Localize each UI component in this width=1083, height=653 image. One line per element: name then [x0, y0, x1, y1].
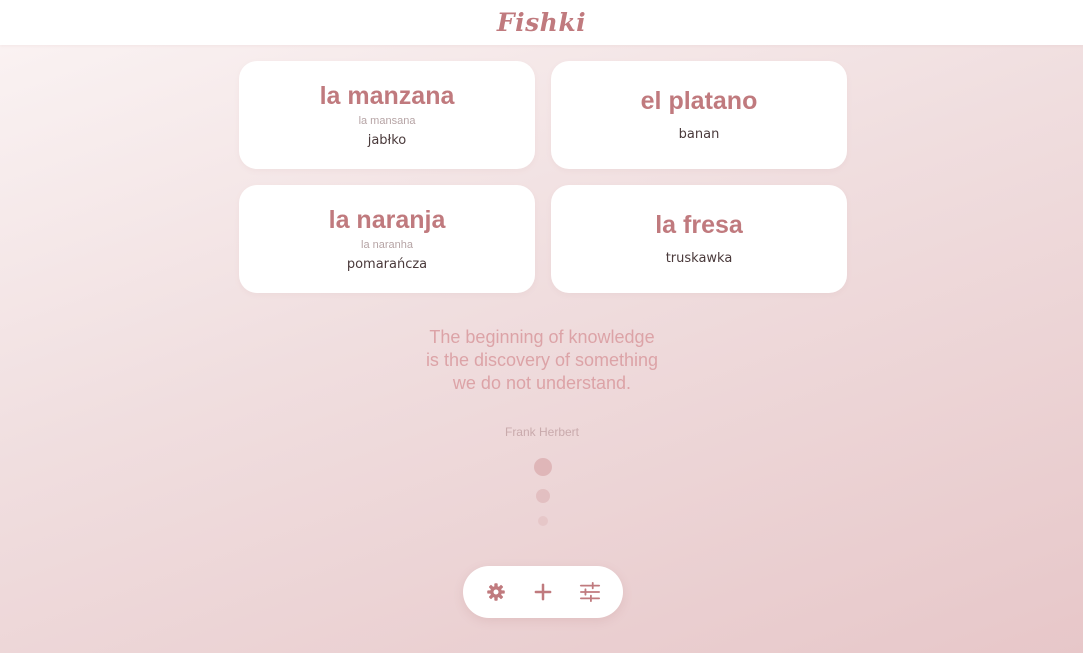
card-pronunciation: la naranha	[361, 238, 413, 251]
sliders-icon	[579, 582, 600, 602]
card-pronunciation: la mansana	[358, 114, 416, 127]
flashcard[interactable]: la manzana la mansana jabłko	[239, 61, 535, 169]
app-header: Fishki	[0, 0, 1083, 45]
quote-text: The beginning of knowledge is the discov…	[425, 327, 659, 393]
add-card-button[interactable]	[525, 574, 561, 610]
card-translation: pomarańcza	[346, 256, 428, 272]
bottom-toolbar	[463, 566, 623, 618]
gear-icon	[487, 583, 506, 601]
card-word: la naranja	[328, 205, 446, 234]
app-logo[interactable]: Fishki	[497, 8, 586, 37]
card-word: la fresa	[655, 211, 743, 239]
flashcard[interactable]: la naranja la naranha pomarańcza	[239, 185, 535, 293]
quote-author: Frank Herbert	[504, 425, 580, 439]
card-translation: jabłko	[367, 132, 407, 148]
settings-button[interactable]	[478, 574, 514, 610]
loading-dot-small	[538, 516, 548, 526]
card-word: la manzana	[319, 81, 455, 110]
flashcard[interactable]: la fresa truskawka	[551, 185, 847, 293]
plus-icon	[534, 583, 552, 601]
flashcard[interactable]: el platano banan	[551, 61, 847, 169]
flashcard-grid: la manzana la mansana jabłko el platano …	[239, 61, 847, 293]
loading-dot-large	[534, 458, 552, 476]
card-word: el platano	[640, 87, 758, 115]
card-translation: banan	[678, 127, 720, 142]
filters-button[interactable]	[572, 574, 608, 610]
loading-dot-medium	[536, 489, 550, 503]
card-translation: truskawka	[665, 251, 733, 266]
